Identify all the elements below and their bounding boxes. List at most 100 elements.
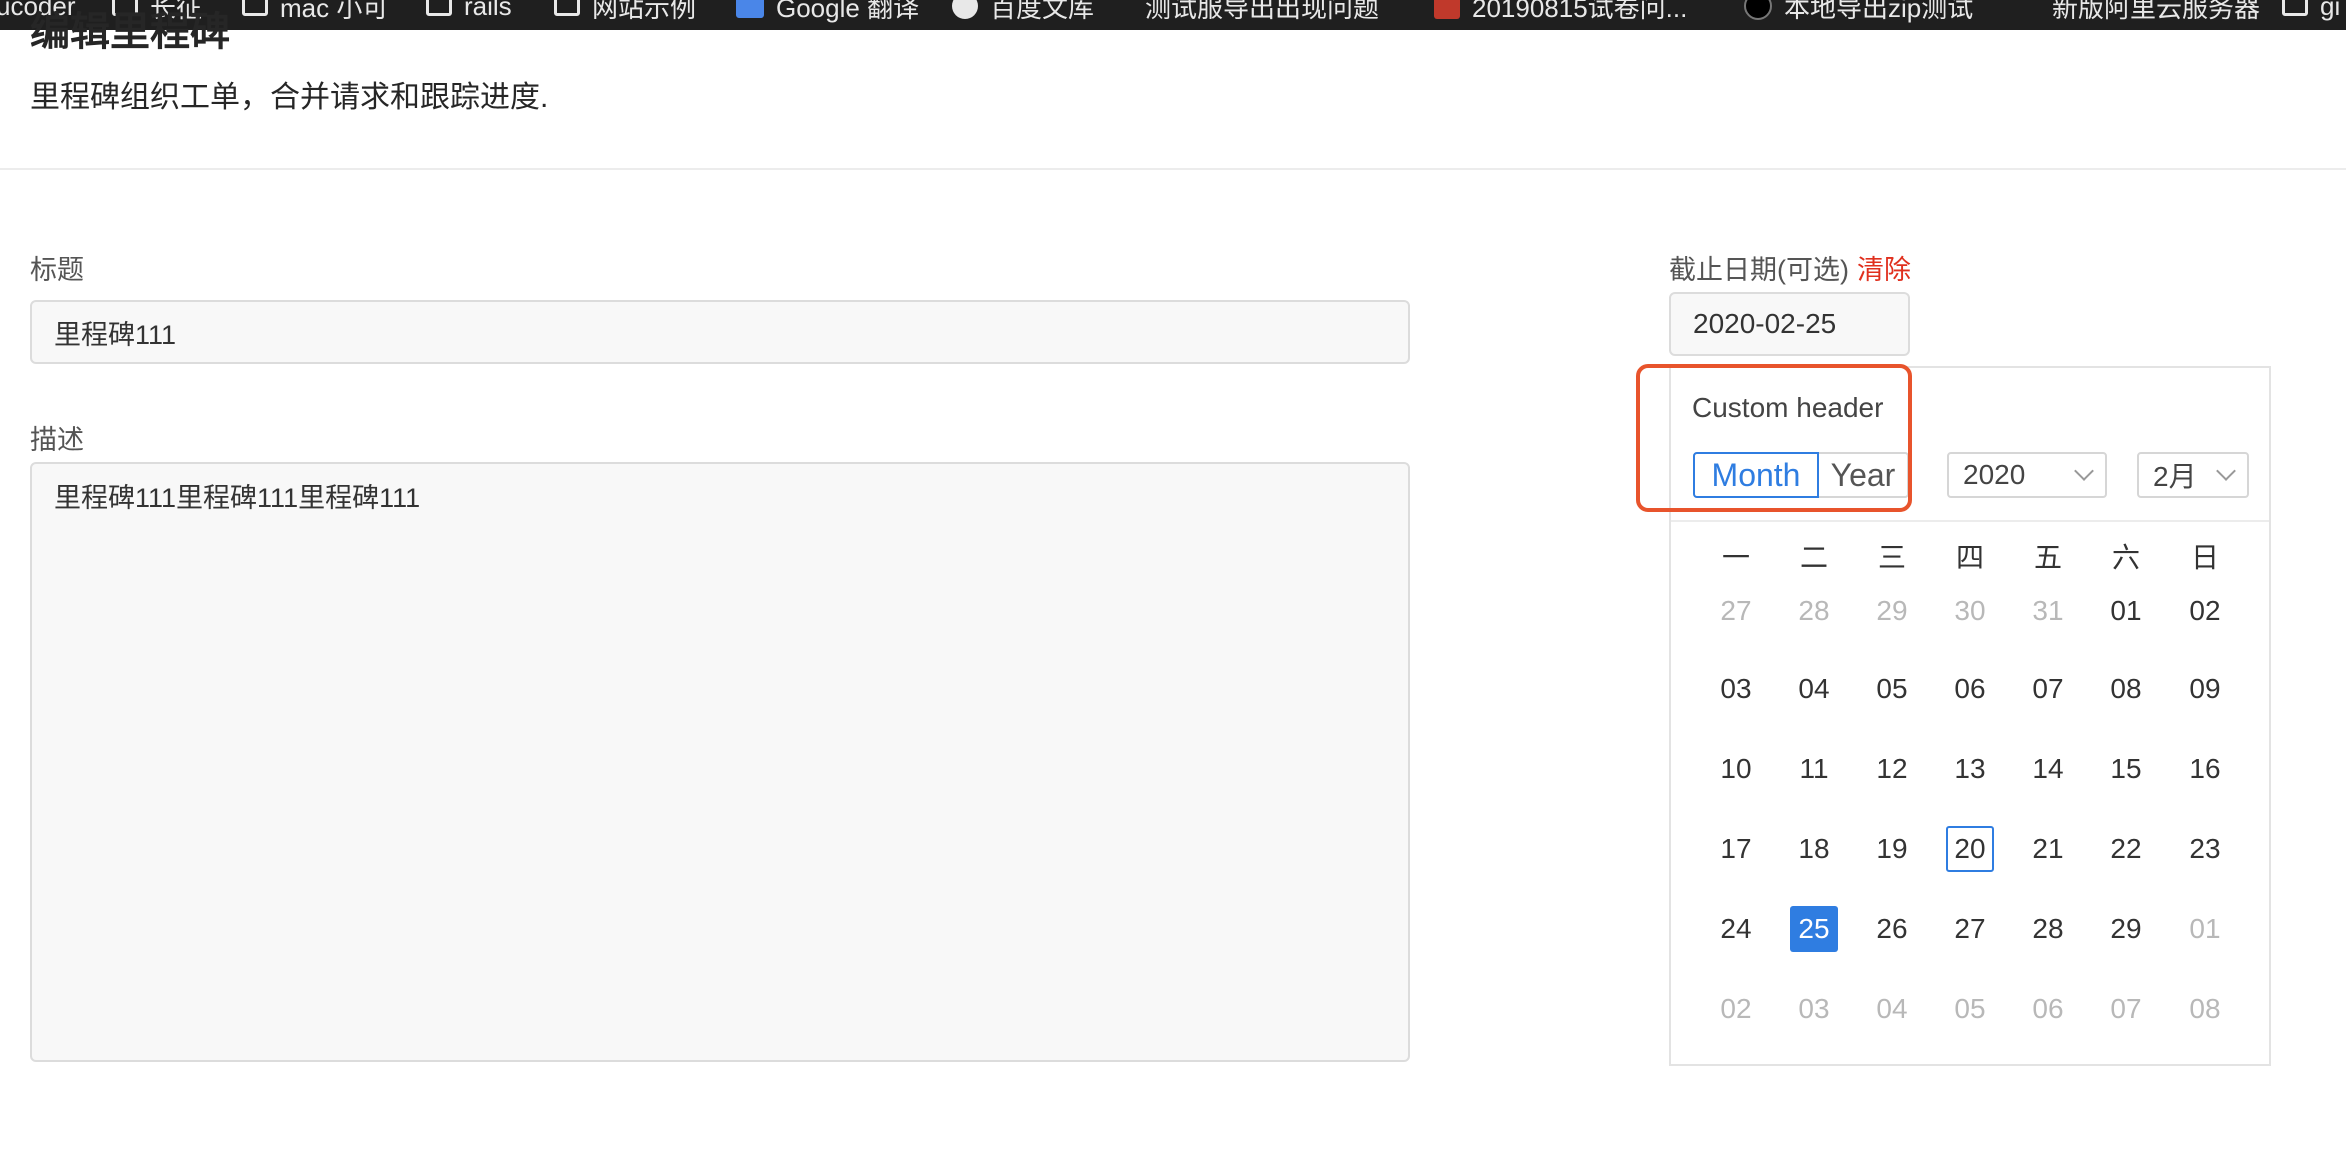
bookmark-label: 测试服导出出现问题 [1145, 0, 1380, 23]
translate-icon [736, 0, 764, 18]
calendar-day[interactable]: 05 [1940, 986, 2000, 1032]
round-icon [952, 0, 978, 19]
calendar-divider [1671, 520, 2269, 522]
page-description: 里程碑组织工单，合并请求和跟踪进度. [30, 81, 549, 114]
bookmark-label: Google 翻译 [776, 0, 920, 23]
calendar-day[interactable]: 07 [2018, 666, 2078, 712]
bookmark-item[interactable]: Google 翻译 [736, 0, 919, 26]
weekday-header: 四 [1955, 542, 1984, 573]
calendar-day[interactable]: 02 [1706, 986, 1766, 1032]
calendar-day[interactable]: 08 [2175, 986, 2235, 1032]
bookmarks-bar: ucoder 长征 mac 小可 rails 网站示例 Google 翻译 百度文库 测试服导… [0, 0, 2346, 30]
bookmark-item[interactable]: 20190815试卷问... [1434, 0, 1687, 26]
calendar-day[interactable]: 02 [2175, 588, 2235, 634]
calendar-day[interactable]: 18 [1784, 826, 1844, 872]
calendar-day[interactable]: 01 [2175, 906, 2235, 952]
calendar-day[interactable]: 06 [1940, 666, 2000, 712]
calendar-day[interactable]: 28 [1784, 588, 1844, 634]
bookmark-label: 网站示例 [592, 0, 697, 23]
weekday-header: 三 [1877, 542, 1906, 573]
calendar-day[interactable]: 21 [2018, 826, 2078, 872]
calendar-day[interactable]: 23 [2175, 826, 2235, 872]
description-textarea[interactable]: 里程碑111里程碑111里程碑111 [30, 462, 1410, 1062]
header-divider [0, 168, 2346, 170]
bookmark-item[interactable]: 测试服导出出现问题 [1145, 0, 1379, 26]
calendar-day[interactable]: 06 [2018, 986, 2078, 1032]
calendar-day[interactable]: 13 [1940, 746, 2000, 792]
year-select-value: 2020 [1963, 459, 2026, 490]
bookmark-item[interactable]: rails [426, 0, 512, 26]
calendar-day[interactable]: 11 [1784, 746, 1844, 792]
chevron-down-icon [2074, 461, 2094, 481]
month-select[interactable]: 2月 [2137, 452, 2249, 498]
bookmark-label: gi [2320, 0, 2341, 21]
folder-icon [426, 0, 452, 16]
calendar-day[interactable]: 03 [1706, 666, 1766, 712]
calendar-day[interactable]: 15 [2096, 746, 2156, 792]
weekday-header: 一 [1721, 542, 1750, 573]
bookmark-label: 20190815试卷问... [1472, 0, 1688, 23]
calendar-day[interactable]: 05 [1862, 666, 1922, 712]
bookmark-label: 新版阿里云服务器 [2052, 0, 2261, 23]
due-date-input[interactable]: 2020-02-25 [1669, 292, 1910, 356]
calendar-day[interactable]: 16 [2175, 746, 2235, 792]
calendar-day[interactable]: 30 [1940, 588, 2000, 634]
calendar-day[interactable]: 26 [1862, 906, 1922, 952]
due-date-value: 2020-02-25 [1693, 308, 1837, 339]
description-textarea-value: 里程碑111里程碑111里程碑111 [54, 483, 421, 513]
bookmark-label: 本地导出zip测试 [1784, 0, 1974, 23]
bookmark-item[interactable]: 本地导出zip测试 [1744, 0, 1973, 26]
highlight-annotation [1636, 364, 1912, 512]
calendar-day[interactable]: 01 [2096, 588, 2156, 634]
title-label: 标题 [30, 255, 84, 285]
bookmark-item[interactable]: 百度文库 [952, 0, 1094, 26]
calendar-day[interactable]: 17 [1706, 826, 1766, 872]
dot-icon [1744, 0, 1772, 20]
calendar-day[interactable]: 09 [2175, 666, 2235, 712]
calendar-day[interactable]: 03 [1784, 986, 1844, 1032]
calendar-day[interactable]: 12 [1862, 746, 1922, 792]
bookmark-item[interactable]: 新版阿里云服务器 [2052, 0, 2260, 26]
calendar-day[interactable]: 19 [1862, 826, 1922, 872]
calendar-day[interactable]: 10 [1706, 746, 1766, 792]
month-select-value: 2月 [2153, 461, 2197, 492]
clear-date-link[interactable]: 清除 [1857, 255, 1911, 285]
calendar-day[interactable]: 29 [2096, 906, 2156, 952]
calendar-day[interactable]: 27 [1706, 588, 1766, 634]
calendar-day-selected[interactable]: 25 [1790, 906, 1838, 952]
folder-icon [554, 0, 580, 16]
calendar-day[interactable]: 24 [1706, 906, 1766, 952]
calendar-day[interactable]: 27 [1940, 906, 2000, 952]
due-date-label-row: 截止日期(可选) 清除 [1669, 252, 1911, 288]
weekday-header: 二 [1799, 542, 1828, 573]
due-date-label: 截止日期(可选) [1669, 255, 1849, 285]
bookmark-item[interactable]: mac 小可 [242, 0, 388, 26]
bookmark-item[interactable]: 网站示例 [554, 0, 696, 26]
folder-icon [2282, 0, 2308, 16]
calendar-day[interactable]: 29 [1862, 588, 1922, 634]
weekday-header: 五 [2033, 542, 2062, 573]
calendar-day[interactable]: 08 [2096, 666, 2156, 712]
calendar-day[interactable]: 28 [2018, 906, 2078, 952]
bookmark-label: mac 小可 [280, 0, 389, 23]
chevron-down-icon [2216, 461, 2236, 481]
bookmark-label: rails [464, 0, 512, 21]
bookmark-item[interactable]: gi [2282, 0, 2340, 26]
calendar-day[interactable]: 04 [1862, 986, 1922, 1032]
calendar-day[interactable]: 31 [2018, 588, 2078, 634]
folder-icon [242, 0, 268, 16]
calendar-day[interactable]: 14 [2018, 746, 2078, 792]
red-icon [1434, 0, 1460, 19]
year-select[interactable]: 2020 [1947, 452, 2107, 498]
calendar-day[interactable]: 07 [2096, 986, 2156, 1032]
title-input[interactable]: 里程碑111 [30, 300, 1410, 364]
calendar-day[interactable]: 04 [1784, 666, 1844, 712]
bookmark-label: 百度文库 [990, 0, 1095, 23]
page-title: 编辑里程碑 [30, 10, 230, 54]
calendar-day[interactable]: 22 [2096, 826, 2156, 872]
weekday-header: 六 [2111, 542, 2140, 573]
calendar-day-today[interactable]: 20 [1946, 826, 1994, 872]
title-input-value: 里程碑111 [54, 319, 177, 350]
weekday-header: 日 [2190, 542, 2219, 573]
description-label: 描述 [30, 425, 84, 455]
